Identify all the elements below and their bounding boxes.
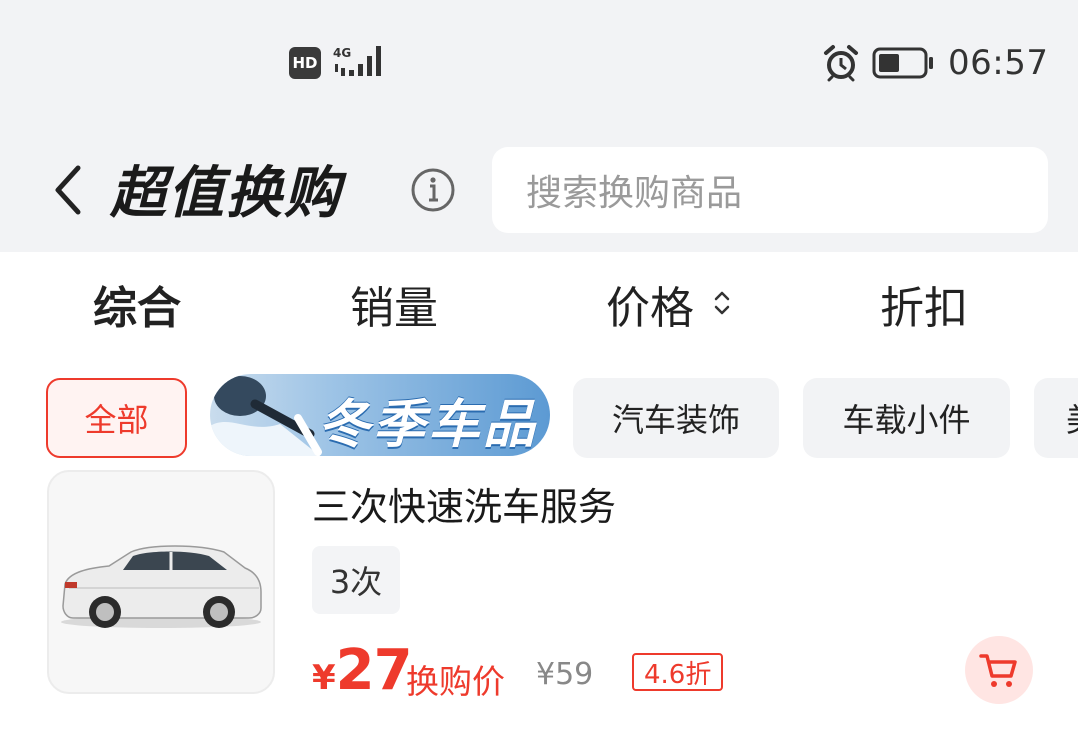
- network-label: 4G: [333, 46, 351, 60]
- product-price: ¥27: [312, 638, 413, 703]
- search-input[interactable]: 搜索换购商品: [492, 147, 1048, 233]
- hd-icon: HD: [289, 47, 321, 79]
- price-label: 换购价: [406, 662, 505, 701]
- price-value: 27: [335, 638, 413, 703]
- tab-discount[interactable]: 折扣: [880, 272, 968, 336]
- car-image: [61, 545, 262, 628]
- status-time: 06:57: [948, 43, 1049, 83]
- page-title: 超值换购: [110, 161, 342, 226]
- banner-label: 冬季车品: [318, 395, 539, 455]
- back-icon[interactable]: [48, 160, 88, 220]
- category-car-decoration[interactable]: 汽车装饰: [573, 378, 779, 458]
- battery-icon: [872, 47, 933, 79]
- cart-icon: [979, 654, 1017, 687]
- category-winter-banner[interactable]: 冬季车品: [210, 374, 550, 456]
- signal-icon: 4G: [333, 46, 381, 76]
- alarm-icon: [824, 45, 858, 82]
- tab-price[interactable]: 价格: [606, 272, 694, 336]
- product-name[interactable]: 三次快速洗车服务: [312, 476, 616, 531]
- original-price: ¥59: [536, 657, 594, 692]
- info-icon[interactable]: [410, 167, 456, 213]
- category-car-accessories[interactable]: 车载小件: [803, 378, 1010, 458]
- product-spec-tag: 3次: [312, 546, 400, 614]
- discount-badge: 4.6折: [632, 653, 724, 691]
- product-image[interactable]: [47, 470, 275, 694]
- search-placeholder: 搜索换购商品: [526, 173, 743, 214]
- price-currency: ¥: [312, 658, 336, 698]
- category-partial[interactable]: 美: [1034, 378, 1078, 458]
- tab-sales[interactable]: 销量: [350, 272, 438, 336]
- sort-arrows-icon: [714, 291, 730, 315]
- tab-comprehensive[interactable]: 综合: [93, 272, 181, 336]
- category-all[interactable]: 全部: [46, 378, 187, 458]
- add-to-cart-button[interactable]: [965, 636, 1033, 704]
- ice-scraper-icon: [210, 376, 322, 456]
